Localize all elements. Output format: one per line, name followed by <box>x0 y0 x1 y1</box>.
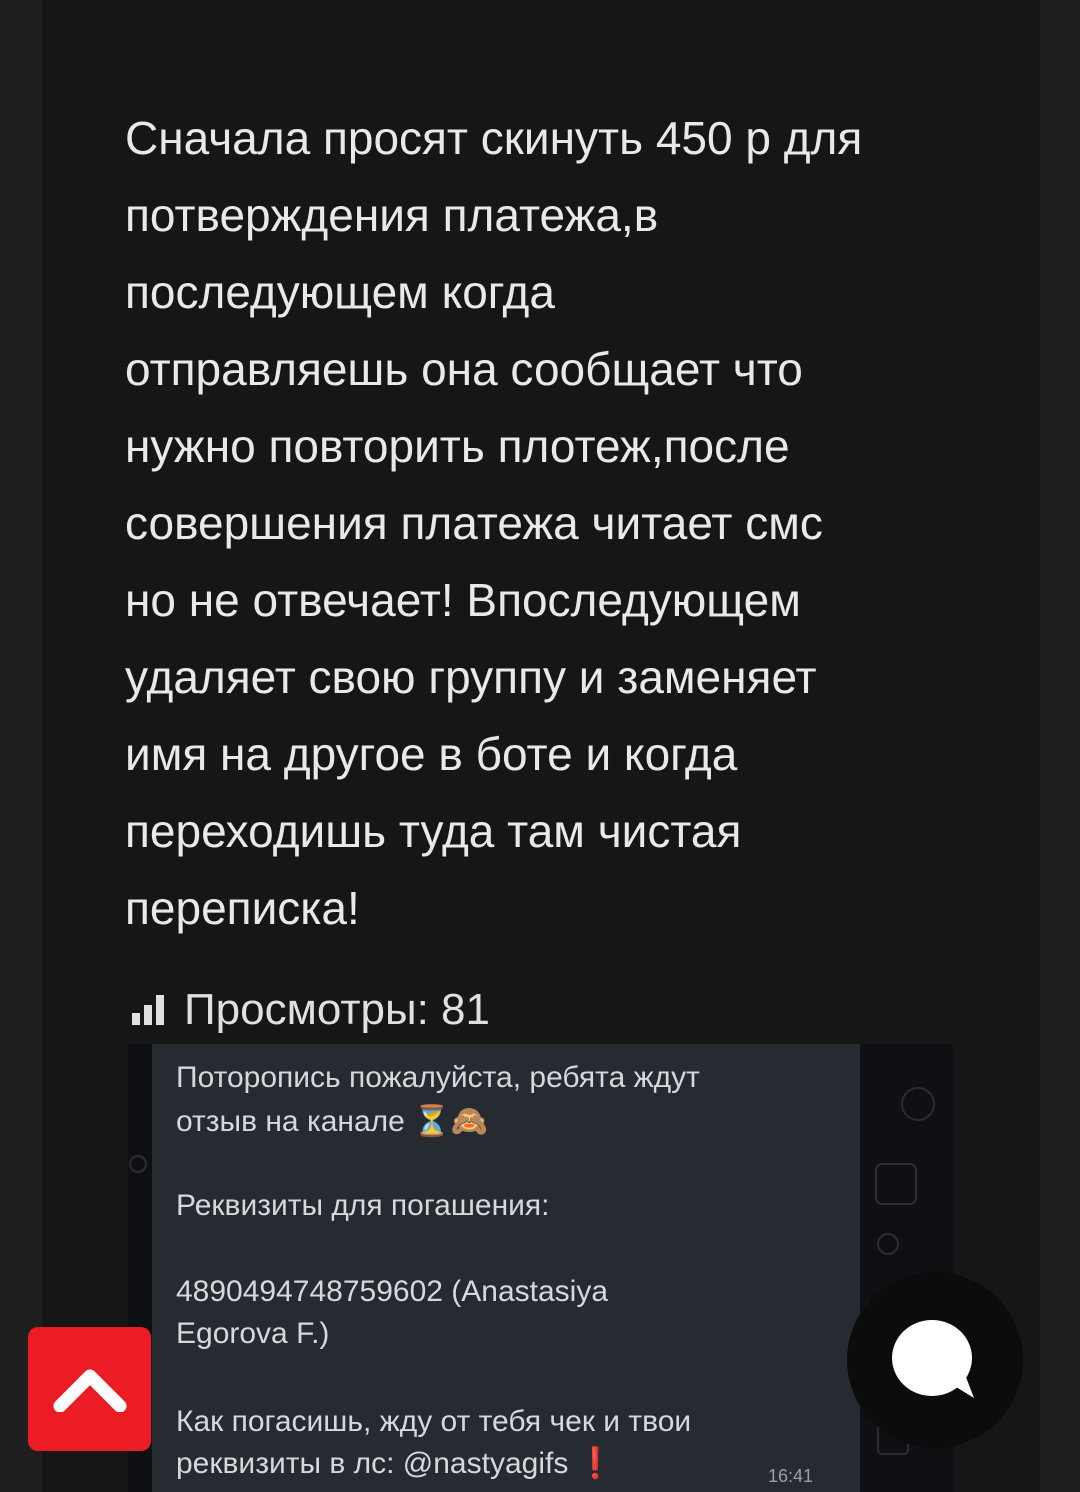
views-counter: Просмотры: 81 <box>132 980 490 1040</box>
post-text: Сначала просят скинуть 450 р для потверж… <box>125 112 863 934</box>
attached-screenshot[interactable]: Поторопись пожалуйста, ребята ждут отзыв… <box>128 1044 953 1492</box>
scroll-to-top-button[interactable] <box>28 1327 151 1451</box>
message-line: 4890494748759602 (Anastasiya <box>176 1275 609 1308</box>
message-line: Как погасишь, жду от тебя чек и твои <box>176 1405 692 1438</box>
message-bubble: Поторопись пожалуйста, ребята ждут отзыв… <box>152 1044 860 1492</box>
message-line: реквизиты в лс: @nastyagifs ❗ <box>176 1447 615 1480</box>
chevron-up-icon <box>53 1369 126 1412</box>
message-line: Поторопись пожалуйста, ребята ждут <box>176 1061 700 1094</box>
message-line: Egorova F.) <box>176 1317 330 1350</box>
message-line: отзыв на канале ⏳🙈 <box>176 1105 488 1138</box>
chat-button[interactable] <box>847 1272 1023 1448</box>
message-time: 16:41 <box>768 1466 814 1486</box>
message-line: Реквизиты для погашения: <box>176 1189 550 1222</box>
bar-chart-icon <box>132 995 164 1025</box>
chat-bubble-icon <box>892 1320 974 1398</box>
views-label: Просмотры: 81 <box>184 985 490 1034</box>
